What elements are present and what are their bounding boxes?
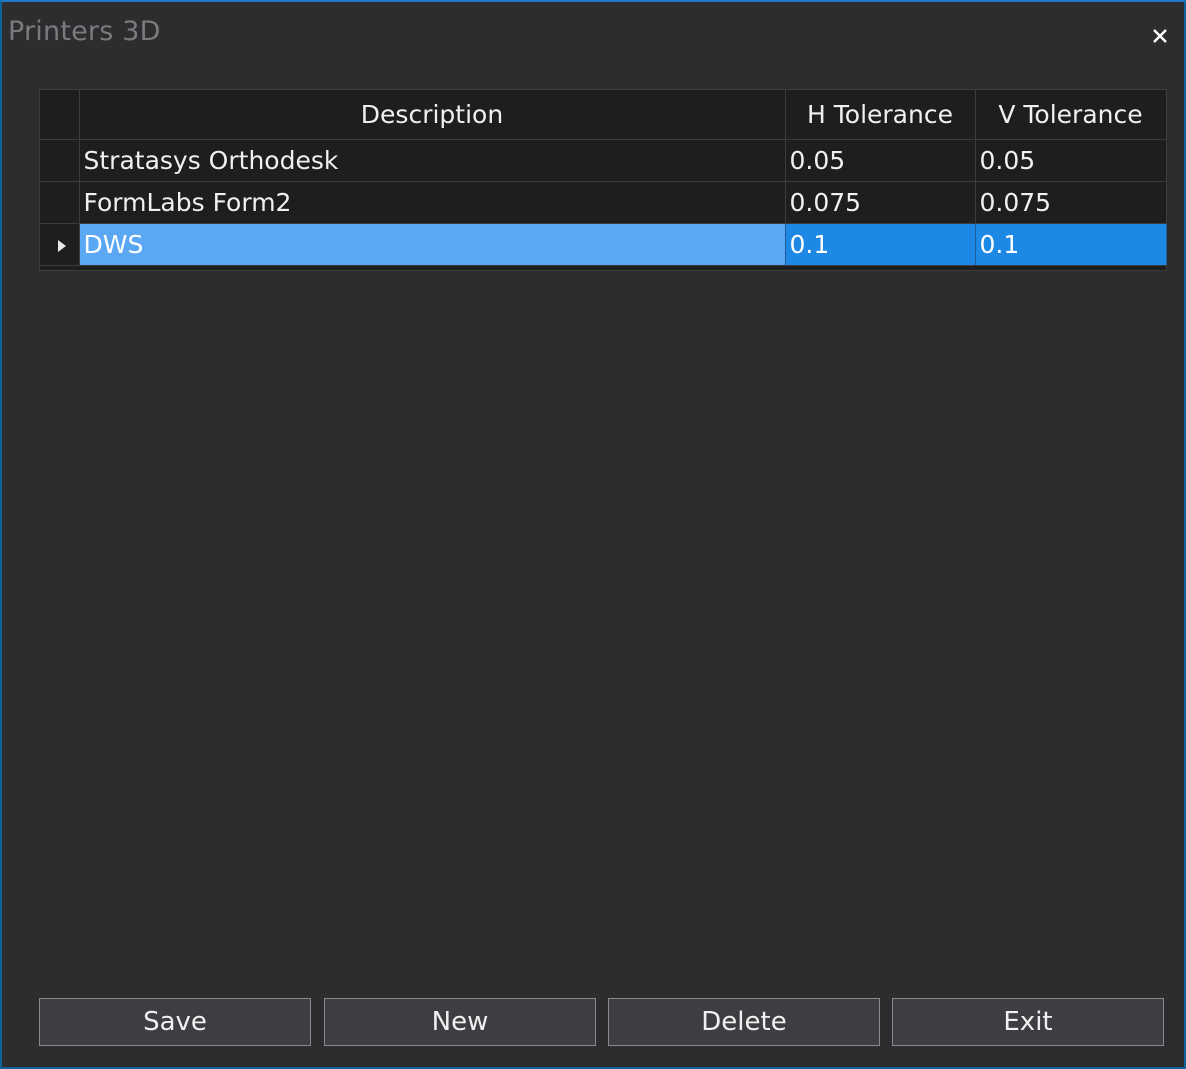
header-row: Description H Tolerance V Tolerance <box>40 90 1167 140</box>
table-row[interactable]: Stratasys Orthodesk 0.05 0.05 <box>40 139 1167 182</box>
column-header-h-tolerance[interactable]: H Tolerance <box>785 90 976 140</box>
table-row[interactable]: FormLabs Form2 0.075 0.075 <box>40 181 1167 224</box>
title-bar[interactable]: Printers 3D <box>2 2 1184 74</box>
exit-button[interactable]: Exit <box>892 998 1164 1046</box>
close-button[interactable] <box>1144 20 1176 52</box>
close-icon <box>1153 29 1167 43</box>
delete-button[interactable]: Delete <box>608 998 880 1046</box>
printers-table: Description H Tolerance V Tolerance Stra… <box>40 90 1167 266</box>
new-button[interactable]: New <box>324 998 596 1046</box>
description-cell[interactable]: Stratasys Orthodesk <box>79 139 786 182</box>
v-tolerance-cell[interactable]: 0.075 <box>975 181 1167 224</box>
printers-grid[interactable]: Description H Tolerance V Tolerance Stra… <box>39 89 1167 271</box>
printers-3d-window: Printers 3D Description H Tolerance V To… <box>0 0 1186 1069</box>
row-pointer-icon <box>58 240 67 252</box>
h-tolerance-cell[interactable]: 0.1 <box>785 223 976 266</box>
table-row-selected[interactable]: DWS 0.1 0.1 <box>40 223 1167 266</box>
column-header-v-tolerance[interactable]: V Tolerance <box>975 90 1167 140</box>
v-tolerance-cell[interactable]: 0.05 <box>975 139 1167 182</box>
description-cell[interactable]: DWS <box>79 223 786 266</box>
description-cell[interactable]: FormLabs Form2 <box>79 181 786 224</box>
row-header-corner[interactable] <box>40 90 80 140</box>
window-title: Printers 3D <box>8 16 161 47</box>
v-tolerance-cell[interactable]: 0.1 <box>975 223 1167 266</box>
column-header-description[interactable]: Description <box>79 90 786 140</box>
h-tolerance-cell[interactable]: 0.05 <box>785 139 976 182</box>
button-bar: Save New Delete Exit <box>39 998 1166 1046</box>
row-header[interactable] <box>40 181 80 224</box>
h-tolerance-cell[interactable]: 0.075 <box>785 181 976 224</box>
save-button[interactable]: Save <box>39 998 311 1046</box>
row-header[interactable] <box>40 223 80 266</box>
row-header[interactable] <box>40 139 80 182</box>
